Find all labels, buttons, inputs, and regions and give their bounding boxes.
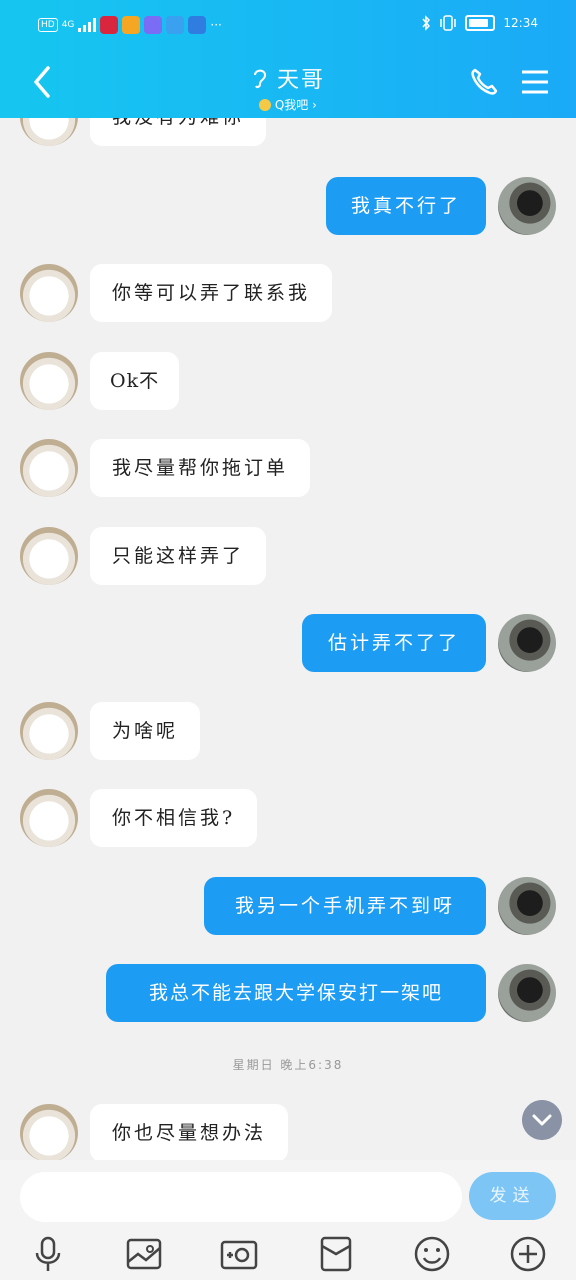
contact-avatar[interactable] — [20, 702, 78, 760]
vibrate-icon — [440, 15, 457, 31]
weibo-icon — [122, 16, 141, 34]
message-bubble[interactable]: 我真不行了 — [326, 177, 486, 235]
message-bubble[interactable]: 我另一个手机弄不到呀 — [204, 877, 486, 935]
more-notifications: ··· — [210, 18, 222, 32]
user-avatar[interactable] — [498, 177, 556, 235]
status-text: Q我吧 — [274, 98, 309, 112]
music-icon — [144, 16, 163, 34]
message-bubble[interactable]: 我总不能去跟大学保安打一架吧 — [106, 964, 486, 1022]
camera-icon[interactable] — [219, 1234, 259, 1274]
message-bubble[interactable]: 你不相信我? — [90, 789, 258, 847]
contact-avatar[interactable] — [20, 264, 78, 322]
status-time: 12:34 — [503, 16, 538, 30]
input-bar: 发送 — [0, 1160, 576, 1280]
image-icon[interactable] — [124, 1234, 164, 1274]
hd-badge: HD — [38, 18, 58, 32]
message-bubble[interactable]: 我尽量帮你拖订单 — [90, 439, 311, 497]
weather-icon — [166, 16, 185, 34]
user-avatar[interactable] — [498, 614, 556, 672]
plus-icon[interactable] — [508, 1234, 548, 1274]
status-emoji-icon — [259, 99, 272, 111]
mic-icon[interactable] — [28, 1234, 68, 1274]
message-bubble[interactable]: 为啥呢 — [90, 702, 201, 760]
contact-status[interactable]: Q我吧 › — [0, 96, 576, 113]
message-bubble[interactable]: Ok不 — [90, 352, 180, 410]
contact-avatar[interactable] — [20, 789, 78, 847]
user-avatar[interactable] — [498, 964, 556, 1022]
chat-header: HD 4G ··· 12:34 天哥 Q我吧 › — [0, 0, 576, 118]
message-timestamp: 星期日 晚上6:38 — [232, 1058, 344, 1072]
contact-avatar[interactable] — [20, 439, 78, 497]
message-bubble[interactable]: 你也尽量想办法 — [90, 1104, 289, 1160]
emoji-icon[interactable] — [412, 1234, 452, 1274]
navigation-icon — [188, 16, 207, 34]
app-notification-icon — [100, 16, 119, 34]
phone-call-button[interactable] — [468, 66, 500, 98]
contact-avatar[interactable] — [20, 352, 78, 410]
contact-avatar[interactable] — [20, 1104, 78, 1160]
chevron-right-icon: › — [312, 98, 317, 112]
status-bar: HD 4G ··· 12:34 — [0, 10, 576, 40]
message-bubble[interactable]: 你等可以弄了联系我 — [90, 264, 333, 322]
message-bubble[interactable]: 我没有为难你 — [90, 118, 267, 146]
bluetooth-icon — [422, 15, 431, 31]
red-packet-icon[interactable] — [316, 1234, 356, 1274]
signal-icon — [78, 18, 97, 32]
contact-name: 天哥 — [276, 68, 325, 93]
chat-title[interactable]: 天哥 — [251, 62, 325, 94]
battery-icon — [465, 15, 496, 31]
ear-icon — [253, 69, 266, 89]
send-button[interactable]: 发送 — [469, 1172, 556, 1220]
menu-button[interactable] — [520, 68, 550, 96]
contact-avatar[interactable] — [20, 527, 78, 585]
contact-avatar[interactable] — [20, 118, 78, 146]
user-avatar[interactable] — [498, 877, 556, 935]
message-input[interactable] — [20, 1172, 462, 1222]
message-bubble[interactable]: 估计弄不了了 — [302, 614, 486, 672]
signal-label: 4G — [61, 20, 75, 30]
message-list[interactable]: 我没有为难你 我真不行了 你等可以弄了联系我 Ok不 我尽量帮你拖订单 只能这样… — [0, 118, 576, 1160]
chat-toolbar — [0, 1230, 576, 1280]
scroll-to-bottom-button[interactable] — [522, 1100, 562, 1140]
message-bubble[interactable]: 只能这样弄了 — [90, 527, 267, 585]
